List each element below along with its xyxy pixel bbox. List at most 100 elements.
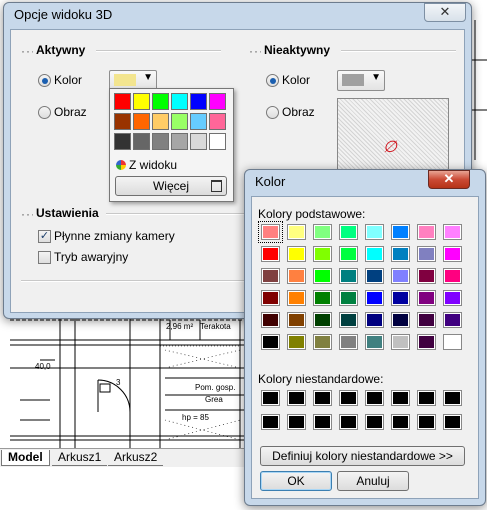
custom-color-swatch[interactable]: [391, 414, 410, 430]
basic-color-swatch[interactable]: [287, 268, 306, 284]
color-swatch[interactable]: [190, 113, 207, 130]
custom-color-swatch[interactable]: [339, 414, 358, 430]
active-image-radio[interactable]: [38, 106, 51, 119]
basic-color-swatch[interactable]: [339, 246, 358, 262]
basic-color-swatch[interactable]: [391, 290, 410, 306]
basic-color-swatch[interactable]: [261, 312, 280, 328]
tab-arkusz2[interactable]: Arkusz2: [108, 450, 164, 466]
color-swatch[interactable]: [114, 93, 131, 110]
basic-color-swatch[interactable]: [365, 246, 384, 262]
basic-color-swatch[interactable]: [365, 290, 384, 306]
basic-color-swatch[interactable]: [287, 334, 306, 350]
color-swatch[interactable]: [209, 113, 226, 130]
tab-model[interactable]: Model: [1, 450, 50, 466]
custom-color-swatch[interactable]: [417, 390, 436, 406]
basic-color-swatch[interactable]: [313, 334, 332, 350]
basic-color-swatch[interactable]: [365, 312, 384, 328]
color-swatch[interactable]: [133, 113, 150, 130]
active-color-radio[interactable]: [38, 74, 51, 87]
from-view-option[interactable]: Z widoku: [129, 158, 177, 172]
basic-color-swatch[interactable]: [258, 221, 283, 243]
basic-color-swatch[interactable]: [261, 290, 280, 306]
define-custom-colors-button[interactable]: Definiuj kolory niestandardowe >>: [260, 446, 465, 466]
basic-color-swatch[interactable]: [313, 290, 332, 306]
inactive-color-picker[interactable]: ▼: [337, 70, 385, 91]
cancel-button[interactable]: Anuluj: [337, 471, 409, 491]
basic-color-swatch[interactable]: [287, 246, 306, 262]
basic-color-swatch[interactable]: [391, 334, 410, 350]
basic-color-swatch[interactable]: [443, 268, 462, 284]
basic-color-swatch[interactable]: [339, 290, 358, 306]
color-swatch[interactable]: [152, 113, 169, 130]
basic-color-swatch[interactable]: [443, 224, 462, 240]
custom-color-swatch[interactable]: [443, 390, 462, 406]
color-swatch[interactable]: [171, 113, 188, 130]
basic-color-swatch[interactable]: [417, 246, 436, 262]
custom-color-swatch[interactable]: [287, 414, 306, 430]
color-swatch[interactable]: [133, 133, 150, 150]
basic-color-swatch[interactable]: [339, 268, 358, 284]
custom-color-swatch[interactable]: [261, 390, 280, 406]
more-colors-button[interactable]: Więcej: [115, 176, 227, 196]
basic-color-swatch[interactable]: [313, 268, 332, 284]
close-button[interactable]: ✕: [428, 170, 470, 189]
basic-color-swatch[interactable]: [443, 246, 462, 262]
color-swatch[interactable]: [114, 113, 131, 130]
color-swatch[interactable]: [133, 93, 150, 110]
basic-color-swatch[interactable]: [417, 224, 436, 240]
basic-color-swatch[interactable]: [391, 246, 410, 262]
color-swatch[interactable]: [171, 93, 188, 110]
custom-color-swatch[interactable]: [365, 414, 384, 430]
basic-color-swatch[interactable]: [443, 312, 462, 328]
basic-color-swatch[interactable]: [287, 224, 306, 240]
basic-color-swatch[interactable]: [391, 224, 410, 240]
basic-color-swatch[interactable]: [261, 268, 280, 284]
basic-color-swatch[interactable]: [365, 224, 384, 240]
safe-mode-checkbox[interactable]: [38, 251, 51, 264]
basic-color-swatch[interactable]: [417, 334, 436, 350]
close-button[interactable]: ✕: [424, 3, 466, 22]
basic-color-swatch[interactable]: [365, 268, 384, 284]
basic-color-swatch[interactable]: [313, 246, 332, 262]
basic-color-swatch[interactable]: [365, 334, 384, 350]
custom-color-swatch[interactable]: [339, 390, 358, 406]
color-swatch[interactable]: [114, 133, 131, 150]
basic-color-swatch[interactable]: [261, 334, 280, 350]
custom-color-swatch[interactable]: [391, 390, 410, 406]
custom-color-swatch[interactable]: [313, 390, 332, 406]
basic-color-swatch[interactable]: [417, 268, 436, 284]
color-swatch[interactable]: [209, 133, 226, 150]
basic-color-swatch[interactable]: [313, 224, 332, 240]
basic-color-swatch[interactable]: [261, 246, 280, 262]
custom-color-swatch[interactable]: [261, 414, 280, 430]
custom-color-swatch[interactable]: [287, 390, 306, 406]
inactive-color-radio[interactable]: [266, 74, 279, 87]
color-swatch[interactable]: [209, 93, 226, 110]
color-swatch[interactable]: [190, 133, 207, 150]
inactive-image-radio[interactable]: [266, 106, 279, 119]
custom-color-swatch[interactable]: [417, 414, 436, 430]
color-swatch[interactable]: [171, 133, 188, 150]
inactive-group-title: Nieaktywny: [261, 43, 334, 57]
basic-color-swatch[interactable]: [443, 290, 462, 306]
basic-color-swatch[interactable]: [339, 334, 358, 350]
basic-color-swatch[interactable]: [313, 312, 332, 328]
basic-color-swatch[interactable]: [339, 224, 358, 240]
basic-color-swatch[interactable]: [417, 290, 436, 306]
basic-color-swatch[interactable]: [391, 312, 410, 328]
basic-color-swatch[interactable]: [287, 290, 306, 306]
custom-color-swatch[interactable]: [313, 414, 332, 430]
basic-color-swatch[interactable]: [417, 312, 436, 328]
smooth-camera-checkbox[interactable]: ✓: [38, 230, 51, 243]
custom-color-swatch[interactable]: [365, 390, 384, 406]
color-swatch[interactable]: [152, 93, 169, 110]
custom-color-swatch[interactable]: [443, 414, 462, 430]
color-swatch[interactable]: [190, 93, 207, 110]
basic-color-swatch[interactable]: [339, 312, 358, 328]
basic-color-swatch[interactable]: [287, 312, 306, 328]
basic-color-swatch[interactable]: [443, 334, 462, 350]
tab-arkusz1[interactable]: Arkusz1: [52, 450, 108, 466]
ok-button[interactable]: OK: [260, 471, 332, 491]
basic-color-swatch[interactable]: [391, 268, 410, 284]
color-swatch[interactable]: [152, 133, 169, 150]
